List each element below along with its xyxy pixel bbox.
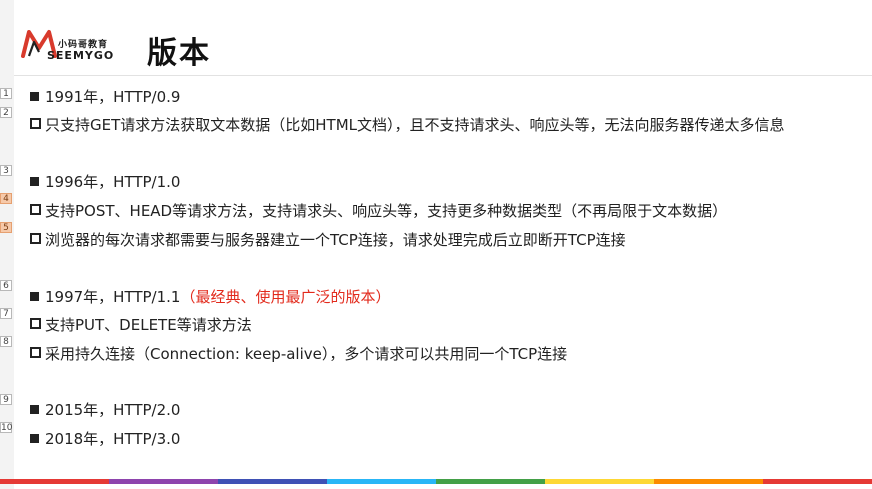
list-item: 只支持GET请求方法获取文本数据（比如HTML文档），且不支持请求头、响应头等，… [30,114,785,136]
section-heading: 2018年，HTTP/3.0 [30,428,180,450]
bottom-bar-segment [109,479,218,484]
line-number[interactable]: 7 [0,308,12,319]
brand-logo: 小码哥教育 SEEMYGO [20,26,132,62]
line-number[interactable]: 9 [0,394,12,405]
bottom-bar-segment [763,479,872,484]
line-number[interactable]: 6 [0,280,12,291]
bottom-color-bar [0,479,872,484]
bottom-bar-segment [0,479,109,484]
square-bullet-icon [30,434,39,443]
heading-text: 1997年，HTTP/1.1 [45,288,181,306]
hollow-square-bullet-icon [30,233,41,244]
heading-text: 1991年，HTTP/0.9 [45,88,181,106]
heading-text: 1996年，HTTP/1.0 [45,173,181,191]
heading-text: 2018年，HTTP/3.0 [45,430,181,448]
heading-note-close: ） [375,288,391,306]
line-number[interactable]: 3 [0,165,12,176]
list-item: 浏览器的每次请求都需要与服务器建立一个TCP连接，请求处理完成后立即断开TCP连… [30,229,626,251]
line-number[interactable]: 5 [0,222,12,233]
item-text: 采用持久连接（Connection: keep-alive），多个请求可以共用同… [45,345,568,363]
section-heading: 1997年，HTTP/1.1（最经典、使用最广泛的版本） [30,286,391,308]
bottom-bar-segment [218,479,327,484]
square-bullet-icon [30,92,39,101]
bottom-bar-segment [654,479,763,484]
square-bullet-icon [30,292,39,301]
hollow-square-bullet-icon [30,347,41,358]
bottom-bar-segment [327,479,436,484]
item-text: 浏览器的每次请求都需要与服务器建立一个TCP连接，请求处理完成后立即断开TCP连… [45,231,626,249]
hollow-square-bullet-icon [30,318,41,329]
bottom-bar-segment [436,479,545,484]
slide-title: 版本 [147,36,211,71]
hollow-square-bullet-icon [30,204,41,215]
list-item: 支持PUT、DELETE等请求方法 [30,314,252,336]
line-number[interactable]: 10 [0,422,12,433]
section-heading: 1991年，HTTP/0.9 [30,86,180,108]
highlight-note: 最经典、使用最广泛的版本 [195,288,376,306]
header-divider [14,75,872,76]
bottom-bar-segment [545,479,654,484]
square-bullet-icon [30,177,39,186]
line-number-gutter: 1 2 3 4 5 6 7 8 9 10 [0,0,14,489]
item-text: 支持PUT、DELETE等请求方法 [45,316,252,334]
logo-text-en: SEEMYGO [47,49,115,62]
hollow-square-bullet-icon [30,118,41,129]
item-text: 支持POST、HEAD等请求方法，支持请求头、响应头等，支持更多种数据类型（不再… [45,202,728,220]
section-heading: 1996年，HTTP/1.0 [30,171,180,193]
list-item: 采用持久连接（Connection: keep-alive），多个请求可以共用同… [30,343,567,365]
line-number[interactable]: 1 [0,88,12,99]
square-bullet-icon [30,405,39,414]
item-text: 只支持GET请求方法获取文本数据（比如HTML文档），且不支持请求头、响应头等，… [45,116,785,134]
line-number[interactable]: 2 [0,107,12,118]
heading-text: 2015年，HTTP/2.0 [45,401,181,419]
list-item: 支持POST、HEAD等请求方法，支持请求头、响应头等，支持更多种数据类型（不再… [30,200,727,222]
section-heading: 2015年，HTTP/2.0 [30,399,180,421]
line-number[interactable]: 4 [0,193,12,204]
heading-note-open: （ [180,288,196,306]
line-number[interactable]: 8 [0,336,12,347]
